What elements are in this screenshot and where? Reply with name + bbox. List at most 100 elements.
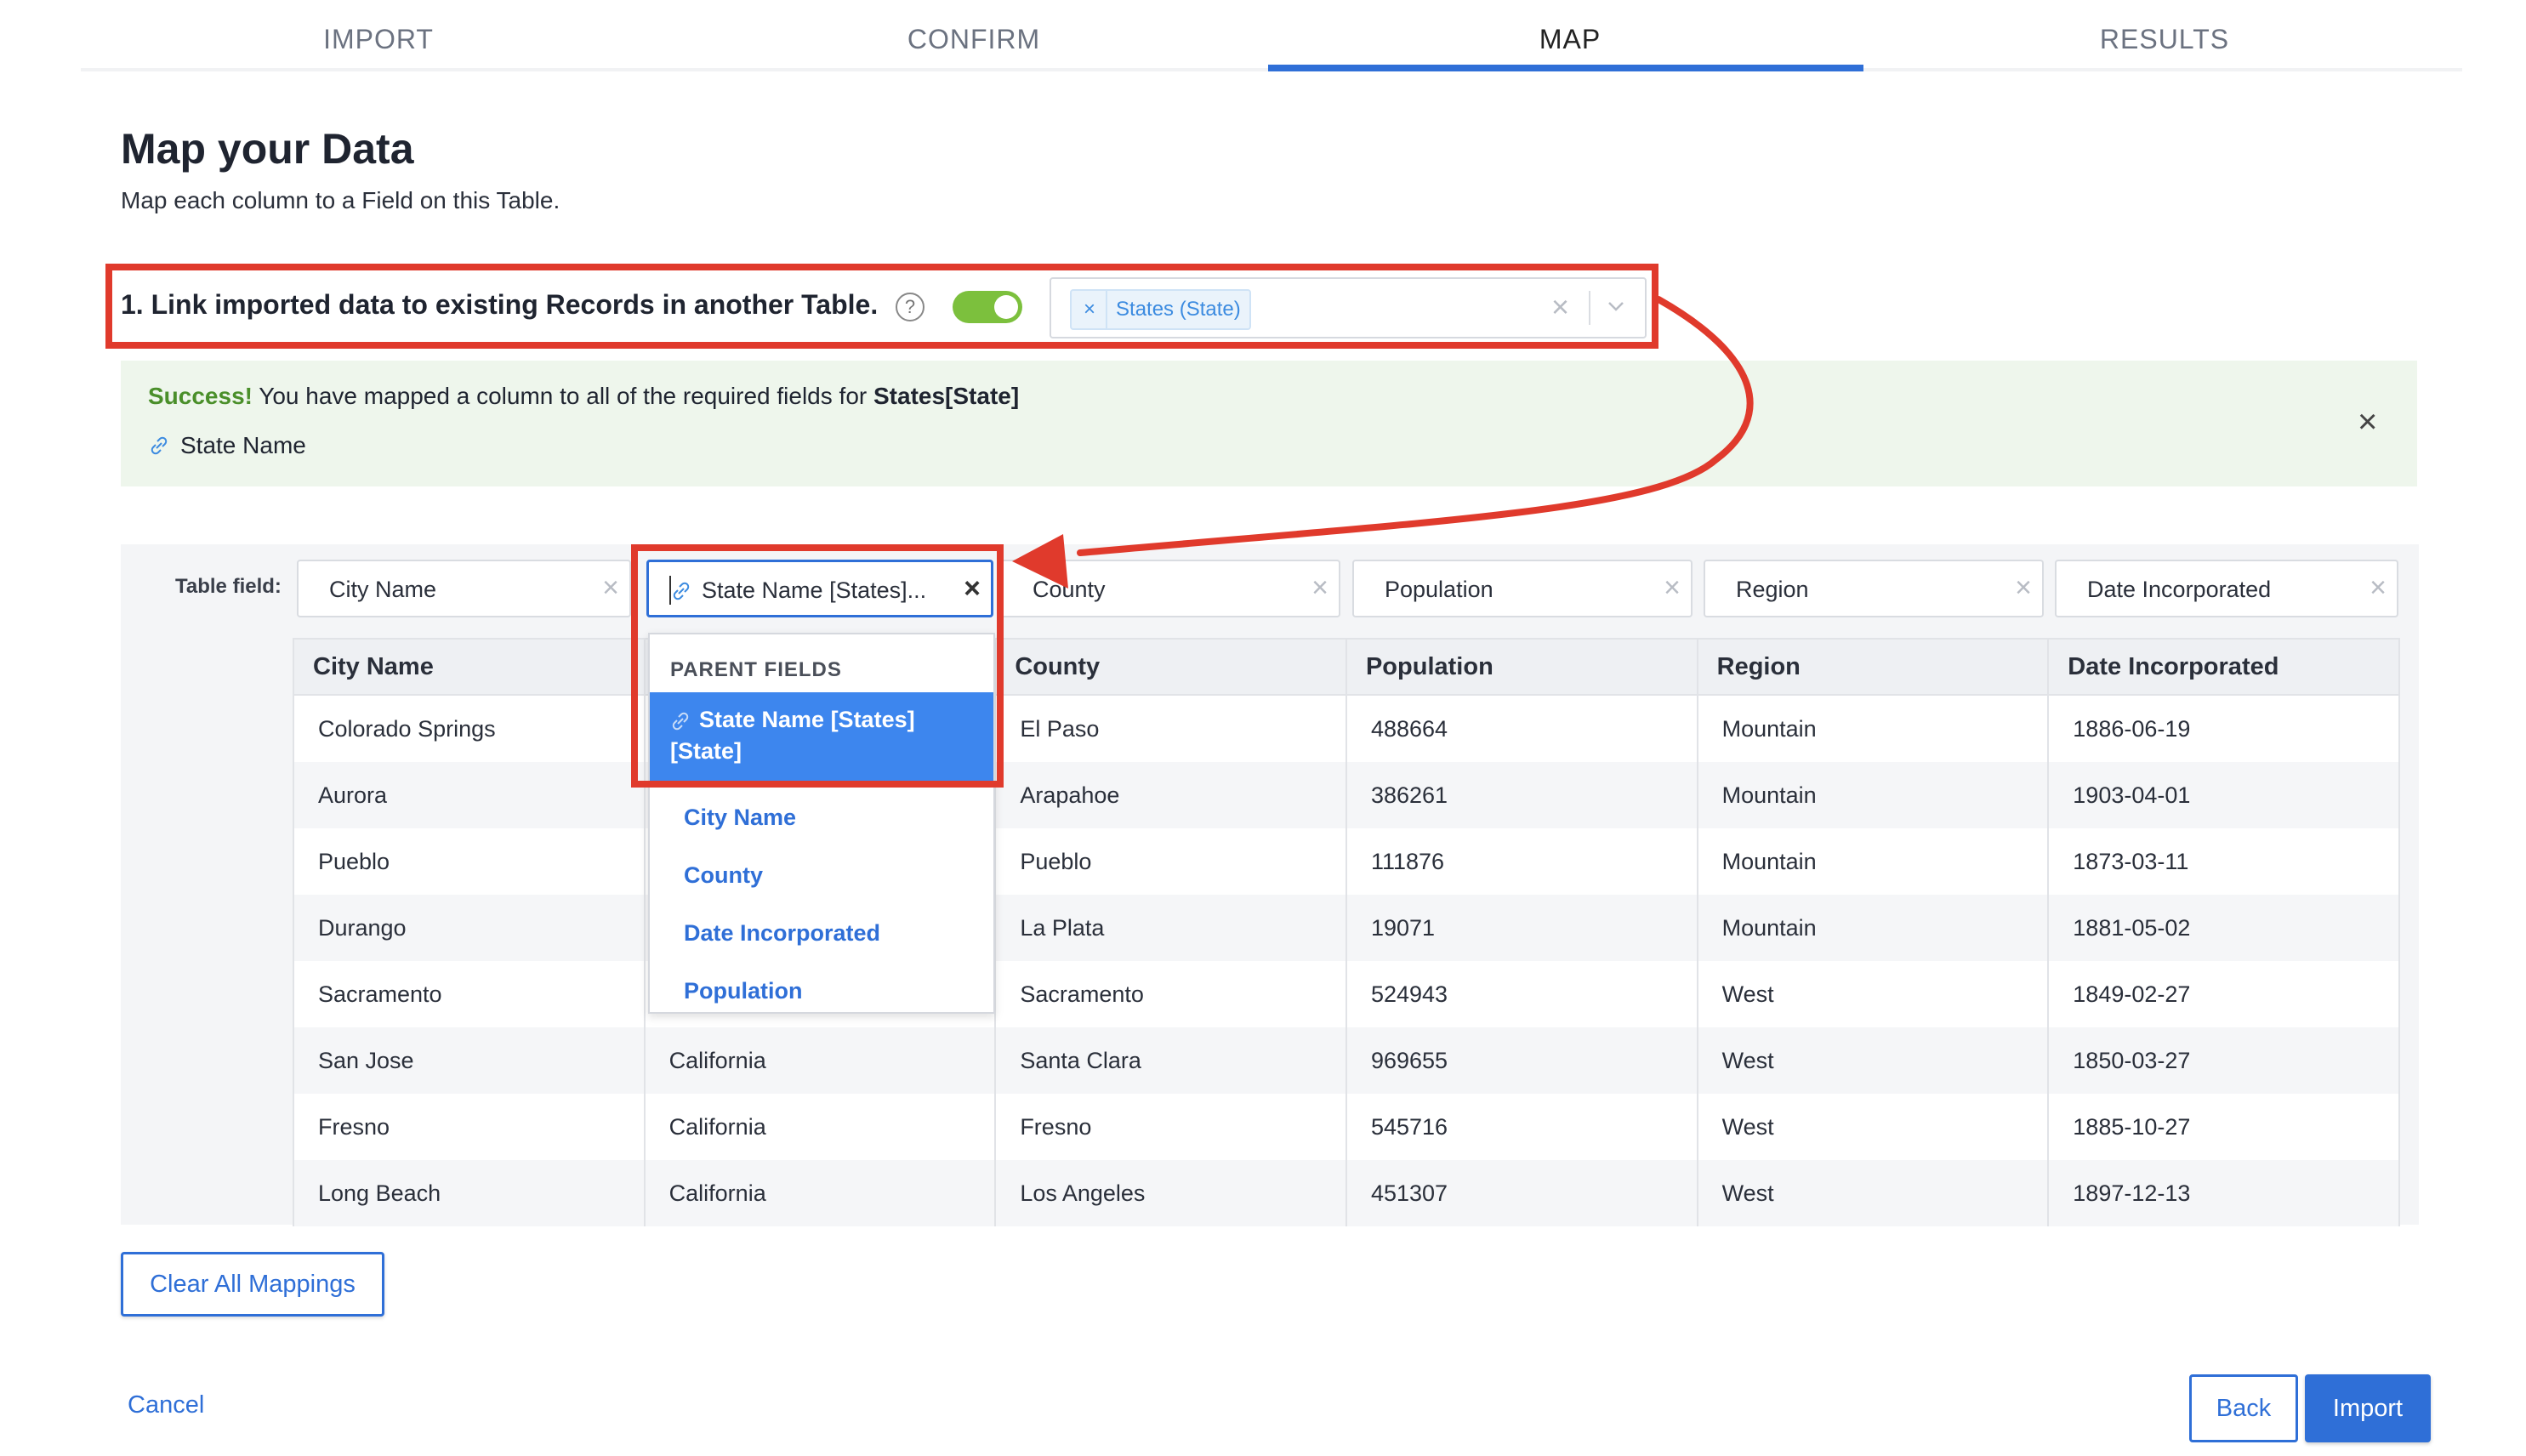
back-button[interactable]: Back [2189, 1374, 2298, 1442]
table-row: Fresno California Fresno 545716 West 188… [293, 1094, 2400, 1160]
column-header: County [994, 638, 1347, 696]
table-cell: Santa Clara [994, 1027, 1347, 1094]
field-select-value: Population [1385, 577, 1493, 602]
table-cell: Durango [293, 895, 646, 961]
annotation-box-state-field [631, 544, 1004, 788]
table-row: Durango La Plata 19071 Mountain 1881-05-… [293, 895, 2400, 961]
stepper: IMPORT CONFIRM MAP RESULTS [81, 0, 2462, 73]
table-cell: Pueblo [994, 828, 1347, 895]
table-cell: Pueblo [293, 828, 646, 895]
table-row: Pueblo Pueblo 111876 Mountain 1873-03-11 [293, 828, 2400, 895]
import-button[interactable]: Import [2305, 1374, 2431, 1442]
clear-field-icon[interactable]: × [1664, 572, 1681, 605]
field-select-county[interactable]: County × [1000, 560, 1340, 617]
dropdown-option[interactable]: City Name [684, 805, 796, 831]
table-row: Aurora Arapahoe 386261 Mountain 1903-04-… [293, 762, 2400, 828]
close-banner-icon[interactable]: × [2358, 403, 2377, 441]
field-select-city-name[interactable]: City Name × [297, 560, 631, 617]
clear-field-icon[interactable]: × [2015, 572, 2032, 605]
table-cell: 1903-04-01 [2047, 762, 2400, 828]
table-cell: California [643, 1094, 997, 1160]
dropdown-option[interactable]: County [684, 862, 763, 889]
column-header: City Name [293, 638, 646, 696]
banner-message: Success! You have mapped a column to all… [148, 383, 1019, 410]
column-header: Population [1345, 638, 1698, 696]
table-row: Colorado Springs El Paso 488664 Mountain… [293, 695, 2400, 762]
data-preview-table: City Name County Population Region Date … [293, 638, 2400, 1226]
table-cell: Aurora [293, 762, 646, 828]
table-cell: Mountain [1696, 828, 2050, 895]
table-cell: West [1696, 1094, 2050, 1160]
table-cell: Sacramento [293, 961, 646, 1027]
banner-mapped-field: State Name [148, 432, 306, 459]
table-cell: Mountain [1696, 695, 2050, 762]
table-cell: El Paso [994, 695, 1347, 762]
table-cell: La Plata [994, 895, 1347, 961]
table-cell: 1885-10-27 [2047, 1094, 2400, 1160]
table-row: Long Beach California Los Angeles 451307… [293, 1160, 2400, 1226]
column-header: Date Incorporated [2047, 638, 2400, 696]
table-cell: California [643, 1160, 997, 1226]
table-cell: 1849-02-27 [2047, 961, 2400, 1027]
mapped-field-label: State Name [180, 432, 306, 458]
table-cell: Long Beach [293, 1160, 646, 1226]
table-cell: Fresno [994, 1094, 1347, 1160]
table-cell: 488664 [1345, 695, 1698, 762]
banner-text: You have mapped a column to all of the r… [252, 383, 873, 409]
table-cell: 1873-03-11 [2047, 828, 2400, 895]
table-cell: 386261 [1345, 762, 1698, 828]
dropdown-option[interactable]: Date Incorporated [684, 920, 880, 947]
field-select-value: Region [1736, 577, 1809, 602]
table-cell: 1881-05-02 [2047, 895, 2400, 961]
table-header-row: City Name County Population Region Date … [293, 638, 2400, 696]
clear-field-icon[interactable]: × [2370, 572, 2387, 605]
field-select-region[interactable]: Region × [1704, 560, 2044, 617]
table-cell: 19071 [1345, 895, 1698, 961]
table-cell: West [1696, 1160, 2050, 1226]
table-cell: Sacramento [994, 961, 1347, 1027]
table-cell: 1886-06-19 [2047, 695, 2400, 762]
banner-table-ref: States[State] [873, 383, 1020, 409]
table-cell: 545716 [1345, 1094, 1698, 1160]
page-title: Map your Data [121, 125, 414, 173]
step-results[interactable]: RESULTS [1867, 0, 2462, 73]
table-cell: 1897-12-13 [2047, 1160, 2400, 1226]
table-cell: Fresno [293, 1094, 646, 1160]
field-select-population[interactable]: Population × [1352, 560, 1693, 617]
step-import[interactable]: IMPORT [81, 0, 676, 73]
table-cell: 1850-03-27 [2047, 1027, 2400, 1094]
banner-success-word: Success! [148, 383, 253, 409]
table-cell: Mountain [1696, 762, 2050, 828]
table-row: Sacramento Sacramento 524943 West 1849-0… [293, 961, 2400, 1027]
table-cell: California [643, 1027, 997, 1094]
link-icon [151, 436, 168, 455]
table-cell: West [1696, 1027, 2050, 1094]
field-select-value: County [1033, 577, 1106, 602]
field-select-value: City Name [329, 577, 437, 602]
table-cell: West [1696, 961, 2050, 1027]
table-cell: Colorado Springs [293, 695, 646, 762]
cancel-button[interactable]: Cancel [128, 1391, 204, 1419]
step-map[interactable]: MAP [1272, 0, 1868, 73]
annotation-box-link-section [105, 264, 1658, 349]
active-step-indicator [1268, 65, 1863, 71]
table-cell: 451307 [1345, 1160, 1698, 1226]
table-cell: San Jose [293, 1027, 646, 1094]
field-select-value: Date Incorporated [2087, 577, 2272, 602]
field-select-date-incorporated[interactable]: Date Incorporated × [2055, 560, 2398, 617]
page-subtitle: Map each column to a Field on this Table… [121, 187, 560, 213]
table-cell: Los Angeles [994, 1160, 1347, 1226]
success-banner: Success! You have mapped a column to all… [121, 361, 2417, 486]
table-cell: 524943 [1345, 961, 1698, 1027]
table-cell: 969655 [1345, 1027, 1698, 1094]
table-cell: Mountain [1696, 895, 2050, 961]
clear-all-mappings-button[interactable]: Clear All Mappings [121, 1252, 384, 1317]
dropdown-option[interactable]: Population [684, 978, 802, 1004]
clear-field-icon[interactable]: × [602, 572, 619, 605]
table-cell: 111876 [1345, 828, 1698, 895]
clear-field-icon[interactable]: × [1311, 572, 1328, 605]
table-row: San Jose California Santa Clara 969655 W… [293, 1027, 2400, 1094]
step-confirm[interactable]: CONFIRM [676, 0, 1272, 73]
column-header: Region [1696, 638, 2050, 696]
table-field-label: Table field: [175, 575, 282, 598]
